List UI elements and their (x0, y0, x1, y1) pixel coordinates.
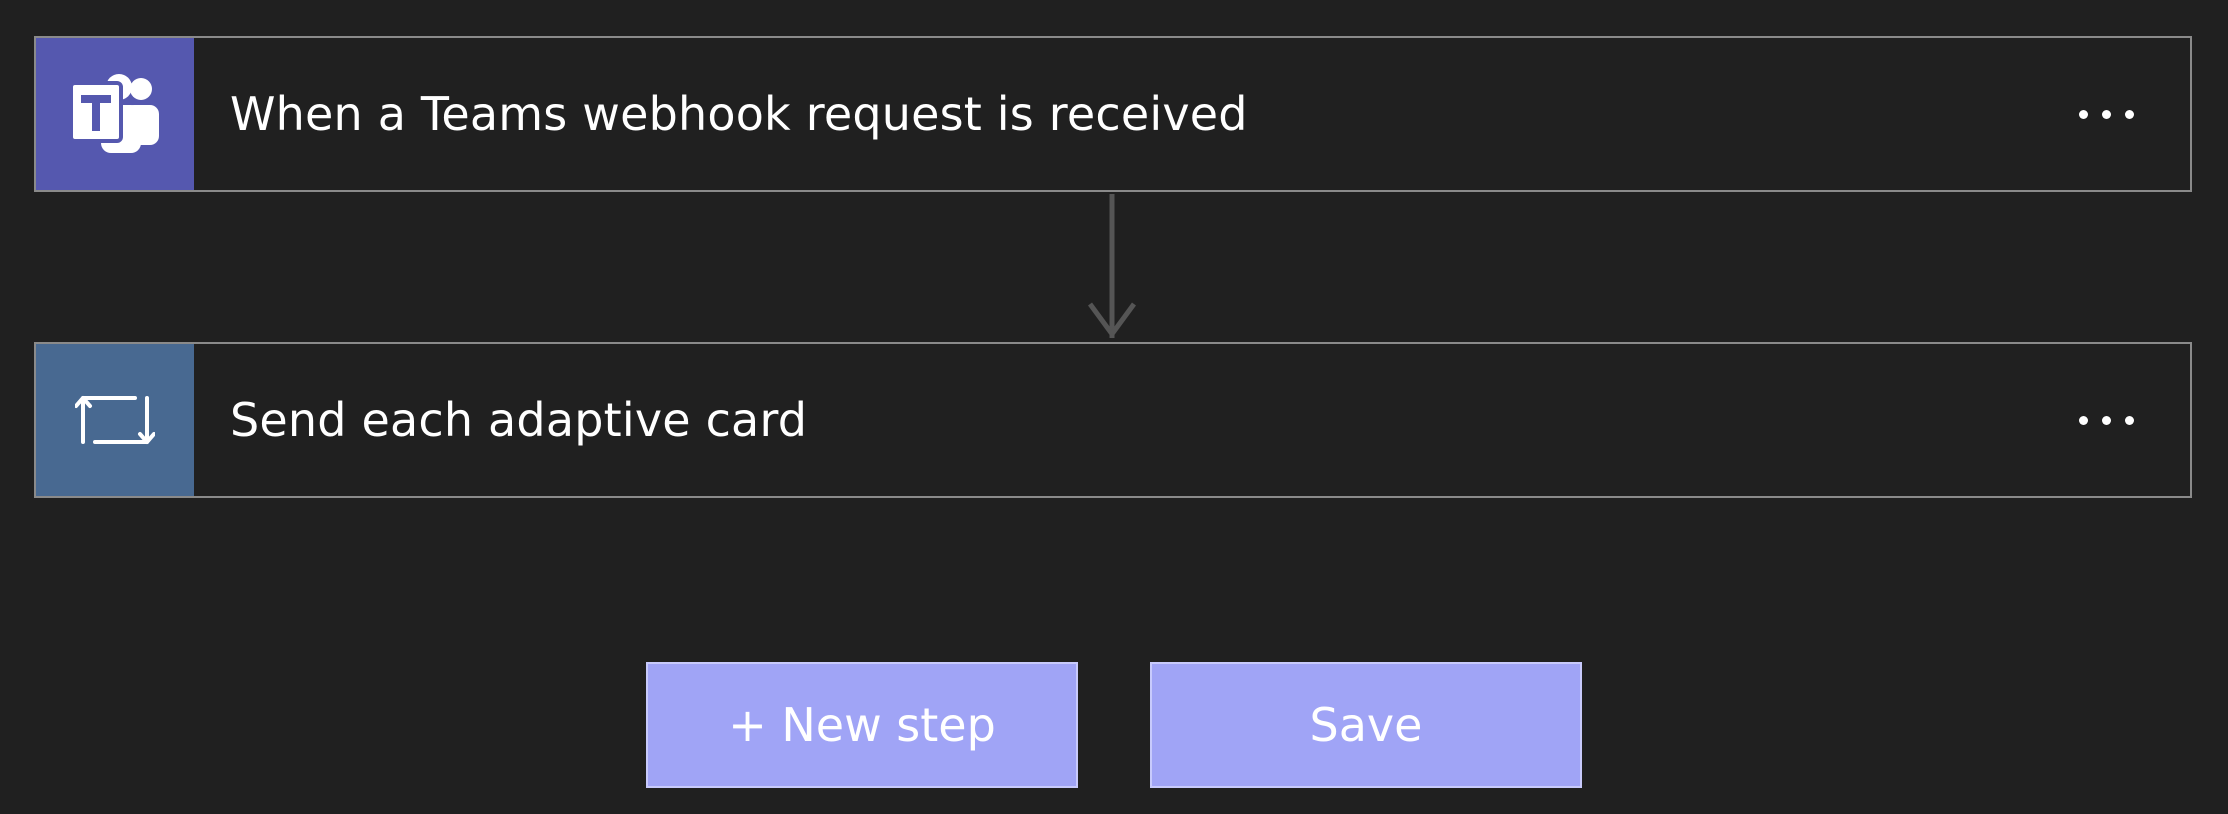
more-options-button[interactable] (2046, 370, 2166, 470)
new-step-button[interactable]: + New step (646, 662, 1078, 788)
teams-icon (69, 74, 159, 153)
save-button[interactable]: Save (1150, 662, 1582, 788)
more-dot-icon (2078, 109, 2088, 119)
step-title: Send each adaptive card (230, 393, 808, 447)
connector-arrow-icon (1088, 194, 1136, 339)
more-dot-icon (2101, 109, 2111, 119)
loop-icon-tile (36, 344, 194, 496)
more-dot-icon (2078, 415, 2088, 425)
more-dot-icon (2124, 415, 2134, 425)
step-card-apply-to-each[interactable]: Send each adaptive card (34, 342, 2192, 498)
more-dot-icon (2124, 109, 2134, 119)
step-card-teams-webhook-trigger[interactable]: When a Teams webhook request is received (34, 36, 2192, 192)
loop-icon (75, 396, 155, 444)
teams-icon-tile (36, 38, 194, 190)
step-title: When a Teams webhook request is received (230, 87, 1248, 141)
more-dot-icon (2101, 415, 2111, 425)
more-options-button[interactable] (2046, 64, 2166, 164)
flow-canvas: When a Teams webhook request is received (0, 0, 2228, 814)
